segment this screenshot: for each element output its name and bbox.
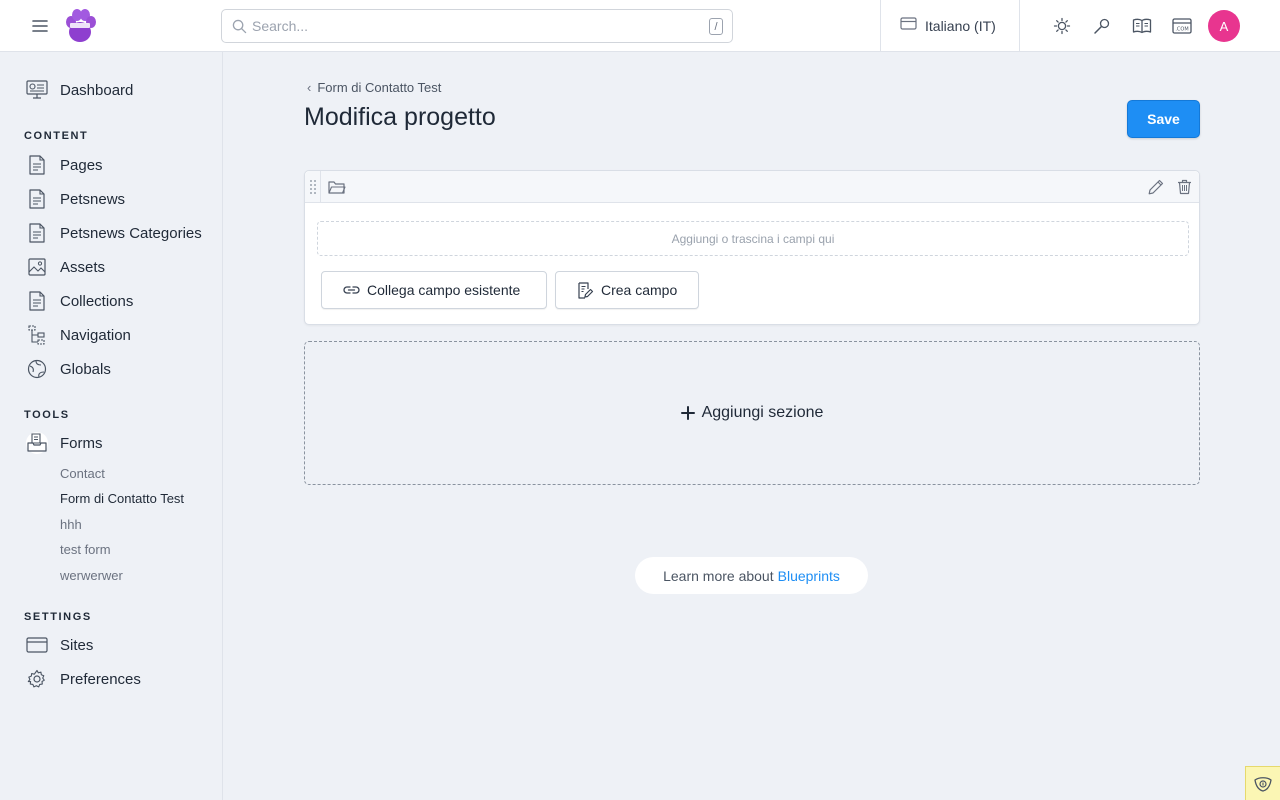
sidebar-item-label: Petsnews [60, 190, 126, 208]
sidebar-subitem-test-form[interactable]: test form [60, 542, 111, 557]
sites-icon [900, 16, 917, 36]
sidebar-item-petsnews[interactable]: Petsnews [26, 187, 125, 211]
sidebar-subitem-hhh[interactable]: hhh [60, 517, 82, 532]
breadcrumb-label: Form di Contatto Test [317, 80, 442, 95]
drag-handle-icon[interactable] [305, 171, 321, 203]
search-shortcut-key: / [709, 18, 723, 35]
sidebar-item-label: Forms [60, 434, 103, 452]
site-selector[interactable]: Italiano (IT) [900, 15, 996, 37]
gear-icon [26, 668, 48, 690]
sidebar-item-sites[interactable]: Sites [26, 633, 93, 657]
fields-dropzone[interactable]: Aggiungi o trascina i campi qui [317, 221, 1189, 256]
create-field-button[interactable]: Crea campo [555, 271, 699, 309]
menu-icon[interactable] [30, 17, 50, 35]
sidebar-section-settings: SETTINGS [24, 611, 92, 623]
sidebar-item-forms[interactable]: Forms [26, 431, 103, 455]
globe-icon [26, 358, 48, 380]
sidebar-item-globals[interactable]: Globals [26, 357, 111, 381]
sidebar-item-collections[interactable]: Collections [26, 289, 133, 313]
brand-logo-icon[interactable] [62, 8, 98, 44]
search-input[interactable] [252, 18, 692, 34]
sidebar-item-label: Assets [60, 258, 106, 276]
sidebar-section-content: CONTENT [24, 130, 89, 142]
section-header [305, 171, 1199, 203]
blueprint-section: Aggiungi o trascina i campi qui Collega … [304, 170, 1200, 325]
navigation-sitemap-icon [26, 324, 48, 346]
collections-icon [26, 290, 48, 312]
sidebar-subitem-contact[interactable]: Contact [60, 466, 105, 481]
support-icon[interactable] [1092, 16, 1112, 36]
link-existing-field-button[interactable]: Collega campo esistente [321, 271, 547, 309]
folder-icon[interactable] [327, 178, 347, 196]
forms-icon [26, 432, 48, 454]
dashboard-icon [26, 79, 48, 101]
sidebar-item-dashboard[interactable]: Dashboard [26, 78, 133, 102]
sidebar-item-label: Collections [60, 292, 134, 310]
assets-image-icon [26, 256, 48, 278]
divider [880, 0, 881, 52]
collection-entries-icon [26, 222, 48, 244]
search-box[interactable]: / [221, 9, 733, 43]
sidebar-item-label: Pages [60, 156, 103, 174]
create-field-icon [576, 281, 594, 299]
add-section-label: Aggiungi sezione [701, 404, 824, 421]
link-icon [342, 281, 360, 299]
sidebar-item-assets[interactable]: Assets [26, 255, 105, 279]
user-avatar[interactable]: A [1208, 10, 1240, 42]
sidebar-section-tools: TOOLS [24, 409, 70, 421]
site-selector-label: Italiano (IT) [925, 18, 996, 34]
plus-icon [680, 402, 695, 424]
theme-toggle-icon[interactable] [1052, 16, 1072, 36]
sidebar-item-label: Sites [60, 636, 94, 654]
sidebar-item-preferences[interactable]: Preferences [26, 667, 141, 691]
learn-more-pill: Learn more about Blueprints [635, 557, 868, 594]
pencil-edit-icon[interactable] [1147, 178, 1165, 196]
sidebar-item-label: Globals [60, 360, 111, 378]
search-icon [230, 17, 248, 35]
blueprints-docs-link[interactable]: Blueprints [778, 568, 840, 584]
chevron-left-icon: ‹ [307, 80, 312, 95]
top-bar: / Italiano (IT) .COM A [0, 0, 1280, 52]
trash-icon[interactable] [1175, 178, 1193, 196]
create-field-label: Crea campo [601, 282, 678, 298]
sites-icon [26, 634, 48, 656]
collection-entries-icon [26, 188, 48, 210]
breadcrumb[interactable]: ‹ Form di Contatto Test [307, 80, 441, 95]
learn-more-text: Learn more about [663, 567, 774, 584]
link-existing-field-label: Collega campo esistente [367, 282, 521, 298]
docs-book-icon[interactable] [1132, 16, 1152, 36]
sidebar-item-label: Preferences [60, 670, 141, 688]
sidebar-subitem-form-di-contatto-test[interactable]: Form di Contatto Test [60, 491, 184, 506]
sidebar-item-petsnews-categories[interactable]: Petsnews Categories [26, 221, 202, 245]
sidebar-item-navigation[interactable]: Navigation [26, 323, 131, 347]
page-title: Modifica progetto [304, 103, 496, 131]
add-section-button[interactable]: Aggiungi sezione [304, 341, 1200, 485]
sidebar-item-label: Dashboard [60, 81, 134, 99]
sidebar-subitem-werwerwer[interactable]: werwerwer [60, 568, 123, 583]
sidebar-item-label: Petsnews Categories [60, 224, 202, 242]
save-button[interactable]: Save [1127, 100, 1200, 138]
sidebar-item-pages[interactable]: Pages [26, 153, 103, 177]
debug-bar-toggle-icon[interactable] [1245, 766, 1280, 800]
svg-text:.COM: .COM [1175, 27, 1188, 33]
sidebar-item-label: Navigation [60, 326, 131, 344]
view-site-icon[interactable]: .COM [1172, 16, 1192, 36]
divider [1019, 0, 1020, 52]
pages-icon [26, 154, 48, 176]
